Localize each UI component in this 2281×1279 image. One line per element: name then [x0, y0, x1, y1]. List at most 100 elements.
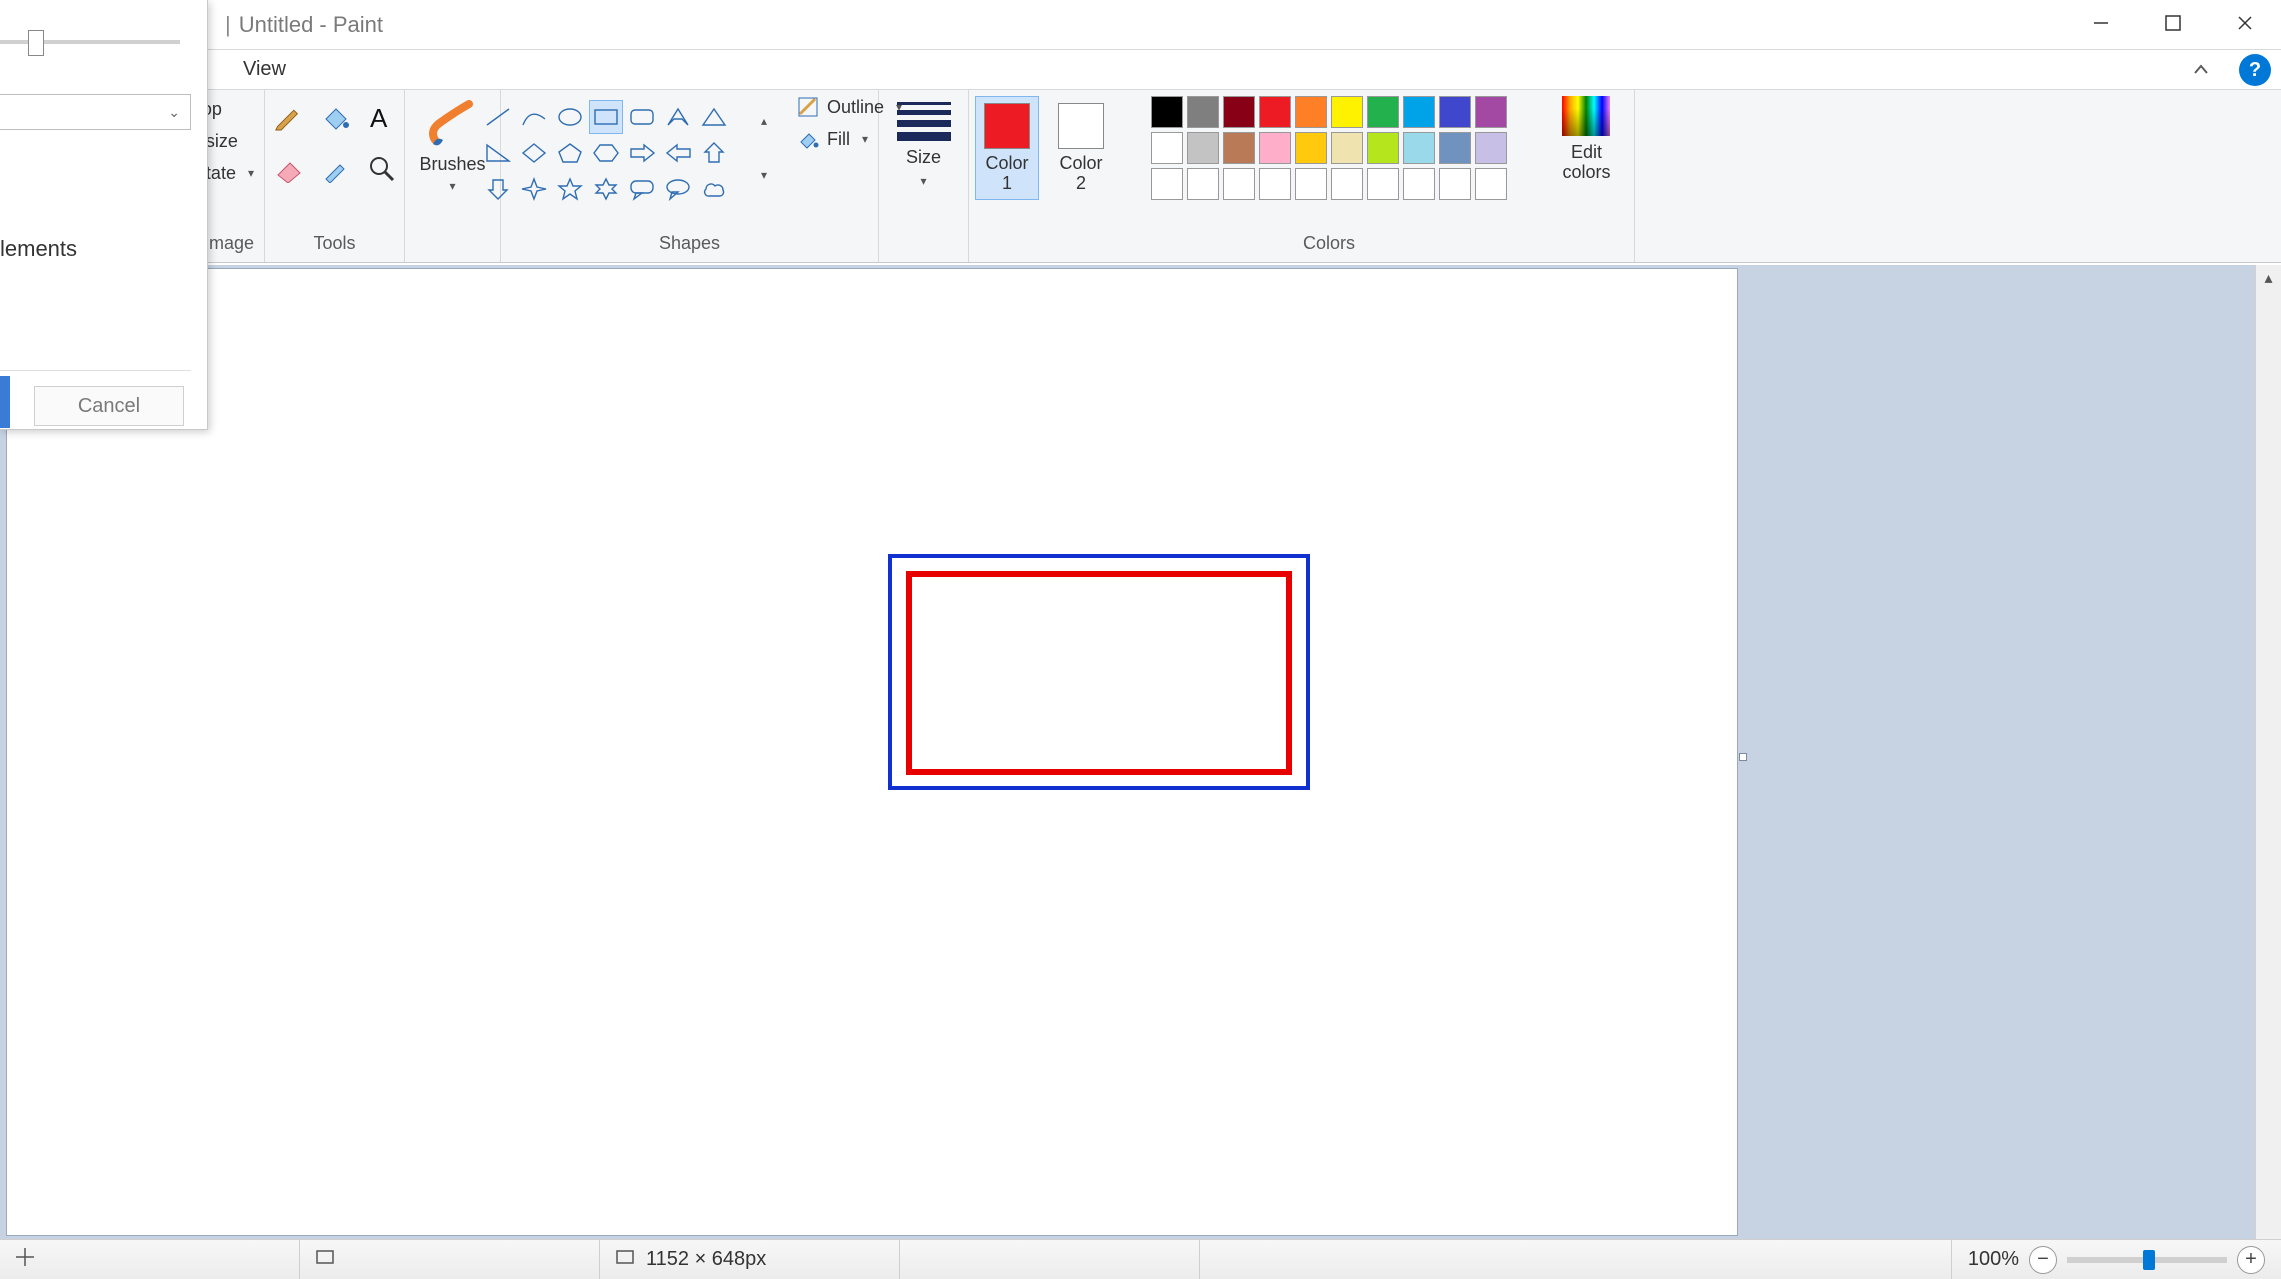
- help-button[interactable]: ?: [2239, 54, 2271, 86]
- shape-arrow-down[interactable]: [481, 172, 515, 206]
- text-icon: A: [366, 103, 396, 133]
- zoom-slider[interactable]: [2067, 1257, 2227, 1263]
- menu-view[interactable]: View: [225, 52, 304, 87]
- shape-diamond[interactable]: [517, 136, 551, 170]
- palette-row-custom: [1151, 168, 1507, 200]
- color2-label-l1: Color: [1059, 153, 1102, 173]
- minimize-button[interactable]: [2065, 0, 2137, 46]
- color1-button[interactable]: Color1: [975, 96, 1039, 200]
- eraser-icon: [274, 153, 304, 183]
- palette-custom-7[interactable]: [1403, 168, 1435, 200]
- dialog-slider-thumb[interactable]: [28, 30, 44, 56]
- palette-color-r2-8[interactable]: [1439, 132, 1471, 164]
- colors-group-label: Colors: [1303, 227, 1355, 262]
- palette-custom-8[interactable]: [1439, 168, 1471, 200]
- palette-custom-0[interactable]: [1151, 168, 1183, 200]
- pencil-tool[interactable]: [269, 96, 309, 140]
- palette-color-r1-9[interactable]: [1475, 96, 1507, 128]
- shape-4star[interactable]: [517, 172, 551, 206]
- shape-arrow-left[interactable]: [661, 136, 695, 170]
- chevron-down-icon: ▾: [449, 179, 455, 193]
- maximize-button[interactable]: [2137, 0, 2209, 46]
- menubar: View ?: [0, 50, 2281, 90]
- palette-color-r1-5[interactable]: [1331, 96, 1363, 128]
- vertical-scrollbar[interactable]: ▴: [2255, 265, 2281, 1239]
- palette-color-r1-6[interactable]: [1367, 96, 1399, 128]
- canvas-resize-handle-right[interactable]: [1739, 753, 1747, 761]
- shape-gallery-scroll-up[interactable]: ▴: [751, 96, 777, 146]
- palette-color-r2-2[interactable]: [1223, 132, 1255, 164]
- picker-tool[interactable]: [315, 146, 355, 190]
- shape-arrow-up[interactable]: [697, 136, 731, 170]
- palette-color-r2-9[interactable]: [1475, 132, 1507, 164]
- shape-curve[interactable]: [517, 100, 551, 134]
- shape-right-triangle[interactable]: [481, 136, 515, 170]
- color1-swatch: [984, 103, 1030, 149]
- shape-arrow-right[interactable]: [625, 136, 659, 170]
- fill-tool[interactable]: [315, 96, 355, 140]
- dialog-dropdown[interactable]: ⌄: [0, 94, 191, 130]
- palette-color-r2-4[interactable]: [1295, 132, 1327, 164]
- shape-rounded-rect[interactable]: [625, 100, 659, 134]
- eraser-tool[interactable]: [269, 146, 309, 190]
- canvas-dimensions: 1152 × 648px: [646, 1248, 766, 1271]
- close-button[interactable]: [2209, 0, 2281, 46]
- dialog-cancel-label: Cancel: [78, 395, 140, 418]
- palette-color-r2-7[interactable]: [1403, 132, 1435, 164]
- brushes-button[interactable]: Brushes ▾: [419, 96, 485, 193]
- shape-callout-cloud[interactable]: [697, 172, 731, 206]
- shape-5star[interactable]: [553, 172, 587, 206]
- dialog-slider[interactable]: [0, 26, 180, 52]
- scroll-up-button[interactable]: ▴: [2256, 265, 2281, 291]
- ribbon-collapse-button[interactable]: [2181, 50, 2221, 90]
- ribbon-group-editcolors: Editcolors: [1539, 90, 1635, 262]
- magnifier-tool[interactable]: [361, 146, 401, 190]
- svg-text:A: A: [370, 103, 388, 133]
- palette-custom-2[interactable]: [1223, 168, 1255, 200]
- palette-color-r1-7[interactable]: [1403, 96, 1435, 128]
- shape-gallery-expand[interactable]: ▾: [751, 150, 777, 200]
- window-controls: [2065, 0, 2281, 46]
- palette-color-r2-0[interactable]: [1151, 132, 1183, 164]
- palette-custom-4[interactable]: [1295, 168, 1327, 200]
- shape-hexagon[interactable]: [589, 136, 623, 170]
- shape-oval[interactable]: [553, 100, 587, 134]
- dialog-cancel-button[interactable]: Cancel: [34, 386, 184, 426]
- brushes-group-label: [450, 227, 455, 262]
- color2-label-l2: 2: [1076, 173, 1086, 193]
- palette-color-r1-4[interactable]: [1295, 96, 1327, 128]
- shape-polygon[interactable]: [661, 100, 695, 134]
- shape-callout-oval[interactable]: [661, 172, 695, 206]
- zoom-in-button[interactable]: +: [2237, 1246, 2265, 1274]
- palette-color-r1-3[interactable]: [1259, 96, 1291, 128]
- fill-label: Fill: [827, 129, 850, 150]
- color2-button[interactable]: Color2: [1049, 96, 1113, 200]
- palette-color-r2-5[interactable]: [1331, 132, 1363, 164]
- shape-line[interactable]: [481, 100, 515, 134]
- palette-color-r1-2[interactable]: [1223, 96, 1255, 128]
- palette-custom-1[interactable]: [1187, 168, 1219, 200]
- palette-custom-3[interactable]: [1259, 168, 1291, 200]
- zoom-slider-thumb[interactable]: [2143, 1250, 2155, 1270]
- canvas[interactable]: [7, 269, 1737, 1235]
- dialog-primary-button-edge[interactable]: [0, 376, 10, 428]
- zoom-out-button[interactable]: −: [2029, 1246, 2057, 1274]
- palette-color-r1-1[interactable]: [1187, 96, 1219, 128]
- palette-color-r1-8[interactable]: [1439, 96, 1471, 128]
- shape-pentagon[interactable]: [553, 136, 587, 170]
- size-button[interactable]: Size ▾: [897, 96, 951, 188]
- palette-custom-5[interactable]: [1331, 168, 1363, 200]
- palette-custom-6[interactable]: [1367, 168, 1399, 200]
- edit-colors-button[interactable]: Editcolors: [1562, 96, 1610, 182]
- shape-triangle[interactable]: [697, 100, 731, 134]
- palette-color-r2-1[interactable]: [1187, 132, 1219, 164]
- text-tool[interactable]: A: [361, 96, 401, 140]
- shape-rectangle[interactable]: [589, 100, 623, 134]
- palette-color-r2-6[interactable]: [1367, 132, 1399, 164]
- palette-custom-9[interactable]: [1475, 168, 1507, 200]
- shape-callout-rounded[interactable]: [625, 172, 659, 206]
- palette-color-r2-3[interactable]: [1259, 132, 1291, 164]
- shape-6star[interactable]: [589, 172, 623, 206]
- shape-gallery[interactable]: [477, 96, 735, 210]
- palette-color-r1-0[interactable]: [1151, 96, 1183, 128]
